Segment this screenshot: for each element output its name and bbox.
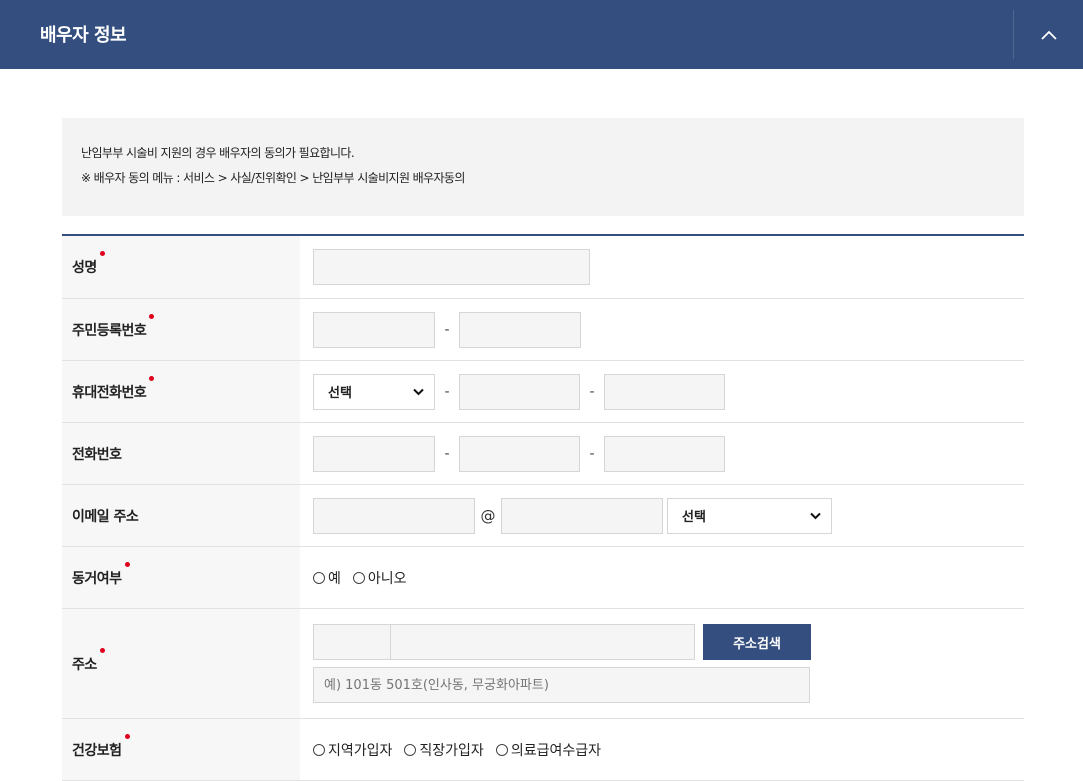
email-domain-select[interactable]: 선택: [667, 497, 832, 534]
email-label: 이메일 주소: [72, 508, 139, 525]
address-detail-input[interactable]: [313, 667, 810, 703]
phone-label: 전화번호: [72, 446, 122, 463]
email-domain-input[interactable]: [501, 497, 663, 534]
cohabitation-label: 동거여부: [72, 561, 129, 588]
cohabitation-yes-radio[interactable]: 예: [313, 568, 341, 588]
insurance-regional-radio[interactable]: 지역가입자: [313, 740, 392, 760]
address-label: 주소: [72, 647, 105, 674]
name-input[interactable]: [313, 249, 590, 285]
panel-title: 배우자 정보: [40, 25, 127, 46]
chevron-down-icon: [810, 512, 821, 519]
phone-dash-2: -: [589, 445, 595, 462]
resident-number-front-input[interactable]: [313, 311, 435, 348]
email-id-input[interactable]: [313, 497, 475, 534]
notice-line-1: 난임부부 시술비 지원의 경우 배우자의 동의가 필요합니다.: [81, 146, 355, 160]
mobile-label: 휴대전화번호: [72, 375, 155, 402]
resident-number-label: 주민등록번호: [72, 313, 155, 340]
radio-circle-icon: [352, 571, 365, 584]
phone-last-input[interactable]: [604, 435, 725, 472]
row-name: 성명: [62, 236, 1024, 299]
mobile-last-input[interactable]: [604, 373, 725, 410]
resident-number-dash: -: [444, 321, 450, 338]
mobile-prefix-select[interactable]: 선택: [313, 373, 435, 410]
mobile-prefix-value: 선택: [328, 386, 352, 401]
row-resident-number: 주민등록번호 -: [62, 299, 1024, 361]
row-address: 주소 주소검색: [62, 609, 1024, 719]
panel-header: 배우자 정보: [0, 0, 1083, 69]
mobile-dash-2: -: [589, 383, 595, 400]
row-mobile: 휴대전화번호 선택 - -: [62, 361, 1024, 423]
notice-line-2: ※ 배우자 동의 메뉴 : 서비스 > 사실/진위확인 > 난임부부 시술비지원…: [81, 171, 465, 185]
row-label-name: 성명: [62, 236, 300, 298]
notice-box: 난임부부 시술비 지원의 경우 배우자의 동의가 필요합니다. ※ 배우자 동의…: [62, 118, 1024, 216]
row-phone: 전화번호 - -: [62, 423, 1024, 485]
row-cohabitation: 동거여부 예 아니오: [62, 547, 1024, 609]
cohabitation-no-label: 아니오: [367, 570, 407, 587]
collapse-button[interactable]: [1014, 0, 1083, 69]
phone-area-input[interactable]: [313, 435, 435, 472]
email-domain-select-value: 선택: [682, 510, 706, 525]
name-label: 성명: [72, 251, 105, 277]
insurance-workplace-radio[interactable]: 직장가입자: [404, 740, 484, 760]
radio-circle-icon: [404, 743, 417, 756]
address-base-input[interactable]: [390, 624, 695, 660]
address-search-button[interactable]: 주소검색: [703, 624, 811, 660]
row-email: 이메일 주소 @ 선택: [62, 485, 1024, 547]
insurance-medical-aid-radio[interactable]: 의료급여수급자: [495, 740, 601, 760]
phone-dash-1: -: [444, 445, 450, 462]
cohabitation-yes-label: 예: [328, 570, 341, 587]
radio-circle-icon: [313, 743, 325, 756]
phone-middle-input[interactable]: [459, 435, 580, 472]
zipcode-input[interactable]: [313, 624, 391, 660]
chevron-up-icon: [1040, 30, 1057, 40]
resident-number-back-input[interactable]: [459, 311, 581, 348]
health-insurance-label: 건강보험: [72, 733, 129, 760]
mobile-dash-1: -: [444, 383, 450, 400]
insurance-workplace-label: 직장가입자: [419, 742, 484, 759]
mobile-middle-input[interactable]: [459, 373, 580, 410]
cohabitation-no-radio[interactable]: 아니오: [352, 568, 407, 588]
row-health-insurance: 건강보험 지역가입자 직장가입자 의료급여수급자: [62, 719, 1024, 781]
email-at-sign: @: [480, 506, 496, 525]
radio-circle-icon: [313, 571, 325, 584]
spouse-form: 성명 주민등록번호 - 휴대전화번호 선택 - - 전화번호 - - 이메일 주…: [62, 234, 1024, 781]
insurance-medical-aid-label: 의료급여수급자: [510, 742, 601, 759]
chevron-down-icon: [413, 388, 424, 395]
radio-circle-icon: [495, 743, 508, 756]
insurance-regional-label: 지역가입자: [328, 742, 393, 759]
